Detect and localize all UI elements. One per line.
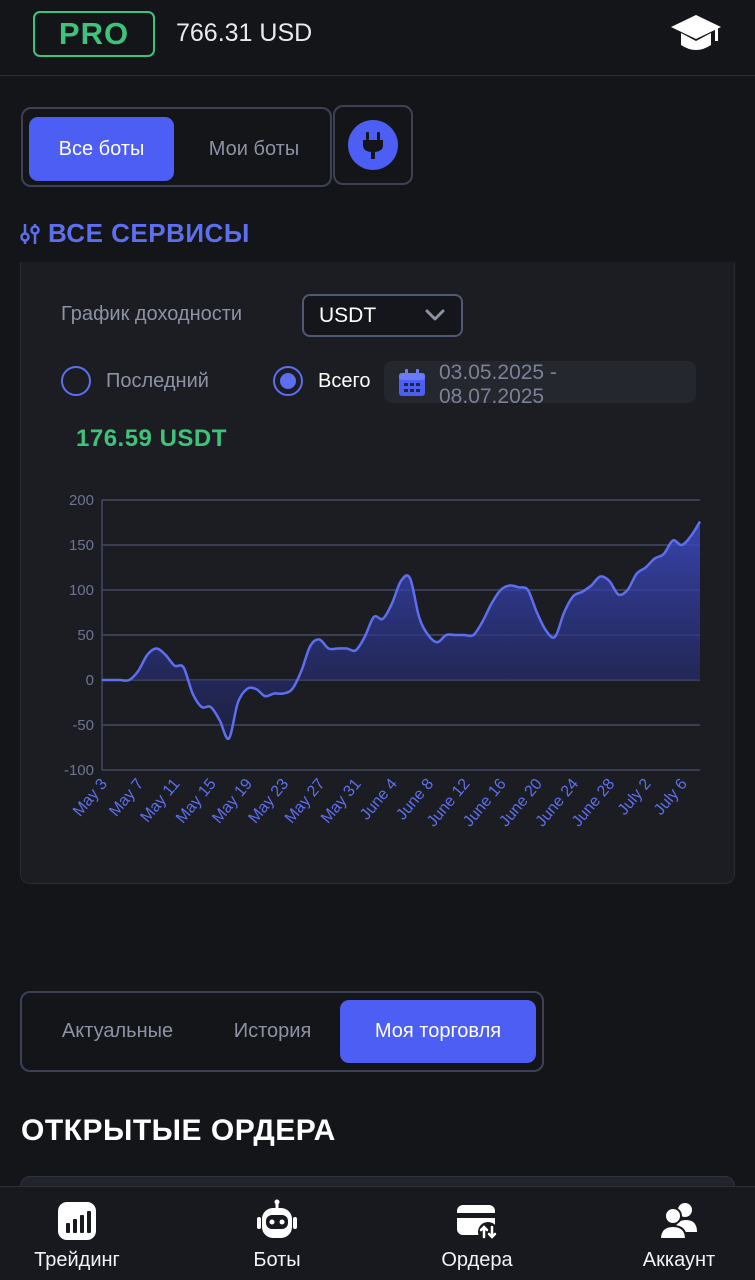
tab-my-bots[interactable]: Мои боты: [179, 117, 329, 181]
y-tick-label: 100: [69, 582, 94, 599]
plug-icon: [348, 120, 398, 170]
radio-last-label: Последний: [106, 369, 209, 392]
radio-all-label: Всего: [318, 369, 371, 392]
date-range-text: 03.05.2025 - 08.07.2025: [439, 361, 557, 403]
connect-button[interactable]: [333, 105, 413, 185]
x-tick-label: June 4: [357, 776, 401, 824]
radio-last[interactable]: Последний: [61, 366, 209, 396]
tab-history[interactable]: История: [210, 1000, 335, 1063]
chart-icon: [58, 1202, 96, 1240]
profit-chart: 200150100500-50-100May 3May 7May 11May 1…: [64, 492, 701, 830]
radio-last-circle[interactable]: [61, 366, 91, 396]
balance-value: 766.31 USD: [176, 19, 313, 47]
orders-icon: [457, 1205, 498, 1242]
x-tick-label: July 2: [615, 776, 655, 819]
y-tick-label: 50: [77, 627, 94, 644]
profit-chart-card: График доходности USDT Последний Всего 0…: [20, 262, 735, 884]
total-profit: 176.59 USDT: [76, 425, 227, 452]
y-tick-label: 150: [69, 537, 94, 554]
nav-orders[interactable]: Ордера: [422, 1199, 532, 1272]
tab-all-bots[interactable]: Все боты: [29, 117, 174, 181]
y-tick-label: 200: [69, 492, 94, 509]
y-tick-label: 0: [86, 672, 94, 689]
nav-bots[interactable]: Боты: [232, 1199, 322, 1272]
radio-all-circle[interactable]: [273, 366, 303, 396]
nav-trading-label: Трейдинг: [34, 1249, 120, 1271]
date-range-picker[interactable]: 03.05.2025 - 08.07.2025: [384, 361, 696, 403]
section-title: ВСЕ СЕРВИСЫ: [20, 218, 250, 249]
tab-current[interactable]: Актуальные: [30, 1000, 205, 1063]
section-title-text: ВСЕ СЕРВИСЫ: [48, 218, 250, 248]
nav-trading[interactable]: Трейдинг: [22, 1199, 132, 1272]
graduation-cap-icon[interactable]: [670, 12, 722, 58]
calendar-icon: [399, 369, 425, 396]
nav-account-label: Аккаунт: [642, 1249, 716, 1271]
x-tick-label: May 3: [70, 776, 111, 820]
radio-all[interactable]: Всего: [273, 366, 370, 396]
top-bar: PRO 766.31 USD: [0, 0, 755, 76]
x-tick-label: July 6: [651, 776, 691, 819]
currency-select[interactable]: USDT: [302, 294, 463, 337]
y-tick-label: -100: [64, 762, 94, 779]
tab-my-trading[interactable]: Моя торговля: [340, 1000, 536, 1063]
pro-badge[interactable]: PRO: [33, 11, 155, 57]
bottom-navigation: Трейдинг Боты Ордера Аккаунт: [0, 1186, 755, 1280]
y-tick-label: -50: [72, 717, 94, 734]
x-tick-label: May 31: [318, 776, 365, 827]
trade-tabs: Актуальные История Моя торговля: [20, 991, 544, 1072]
account-icon: [658, 1203, 697, 1240]
nav-account[interactable]: Аккаунт: [624, 1199, 734, 1272]
nav-orders-label: Ордера: [441, 1249, 513, 1271]
filter-sliders-icon: [20, 223, 40, 244]
currency-select-value: USDT: [319, 303, 377, 327]
series-area: [102, 521, 700, 739]
chevron-down-icon: [425, 309, 445, 321]
trading-app: PRO 766.31 USD Все боты Мои боты ВСЕ СЕР…: [0, 0, 755, 1280]
nav-bots-label: Боты: [253, 1249, 301, 1271]
bot-filter-tabs: Все боты Мои боты: [21, 107, 332, 187]
robot-icon: [257, 1199, 297, 1238]
open-orders-title: ОТКРЫТЫЕ ОРДЕРА: [21, 1114, 336, 1147]
chart-label: График доходности: [61, 303, 243, 325]
